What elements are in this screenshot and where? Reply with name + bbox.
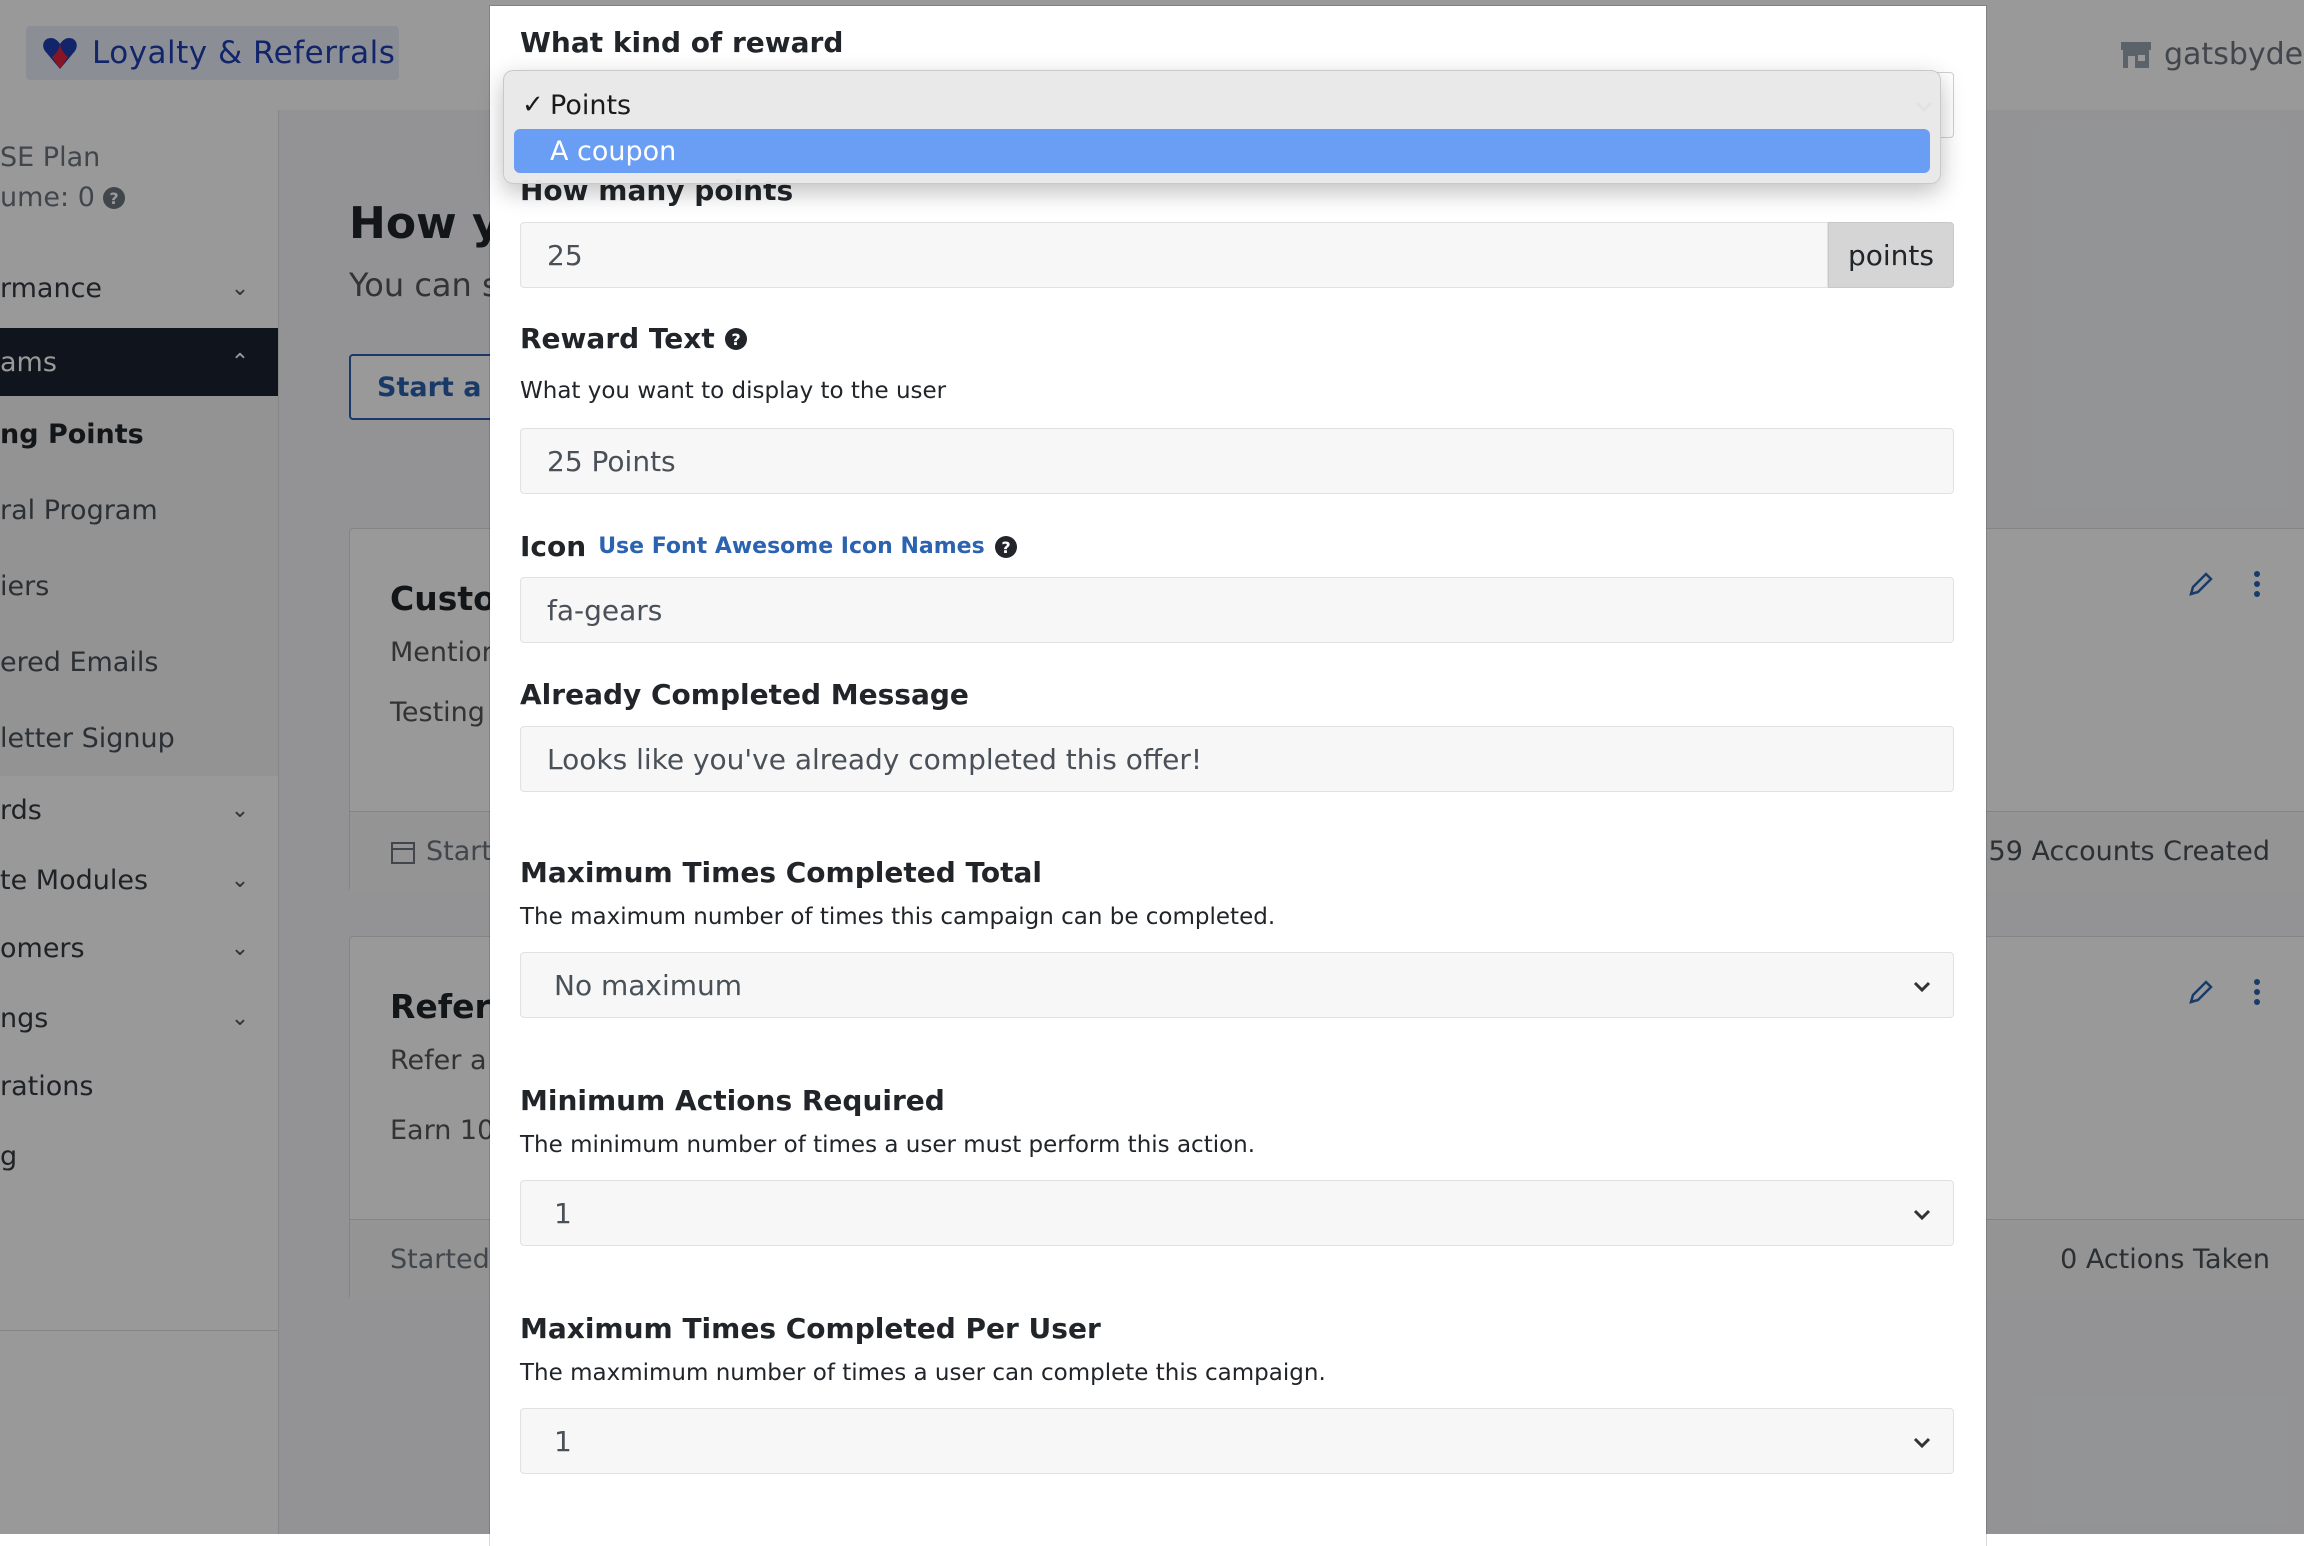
max-total-label: Maximum Times Completed Total xyxy=(520,856,1042,889)
chevron-down-icon xyxy=(1913,1209,1931,1221)
icon-label-text: Icon xyxy=(520,530,587,563)
points-addon: points xyxy=(1828,222,1954,288)
points-amount-input[interactable]: 25 xyxy=(520,222,1828,288)
reward-text-label-text: Reward Text xyxy=(520,322,715,355)
min-actions-value: 1 xyxy=(554,1196,572,1230)
min-actions-label: Minimum Actions Required xyxy=(520,1084,945,1117)
reward-text-help: What you want to display to the user xyxy=(520,378,947,404)
max-per-user-label: Maximum Times Completed Per User xyxy=(520,1312,1101,1345)
min-actions-select[interactable]: 1 xyxy=(520,1180,1954,1246)
checkmark-icon: ✓ xyxy=(522,90,544,120)
completed-message-label: Already Completed Message xyxy=(520,678,969,711)
max-total-select[interactable]: No maximum xyxy=(520,952,1954,1018)
dropdown-option-points[interactable]: ✓ Points xyxy=(514,83,1930,127)
icon-label: Icon Use Font Awesome Icon Names ? xyxy=(520,530,1019,563)
dropdown-option-label: A coupon xyxy=(550,135,677,167)
reward-kind-label: What kind of reward xyxy=(520,26,844,59)
icon-input[interactable]: fa-gears xyxy=(520,577,1954,643)
chevron-down-icon xyxy=(1913,1437,1931,1449)
max-total-help: The maximum number of times this campaig… xyxy=(520,904,1276,930)
svg-text:?: ? xyxy=(1001,538,1010,557)
reward-kind-dropdown: ✓ Points A coupon xyxy=(503,70,1941,184)
completed-message-input[interactable]: Looks like you've already completed this… xyxy=(520,726,1954,792)
reward-text-input[interactable]: 25 Points xyxy=(520,428,1954,494)
question-circle-icon[interactable]: ? xyxy=(723,326,749,352)
font-awesome-link[interactable]: Use Font Awesome Icon Names xyxy=(598,534,984,559)
max-per-user-help: The maxmimum number of times a user can … xyxy=(520,1360,1326,1386)
reward-text-label: Reward Text ? xyxy=(520,322,749,355)
question-circle-icon[interactable]: ? xyxy=(993,534,1019,560)
max-total-value: No maximum xyxy=(554,968,743,1002)
svg-text:?: ? xyxy=(731,330,740,349)
max-per-user-select[interactable]: 1 xyxy=(520,1408,1954,1474)
dropdown-option-coupon[interactable]: A coupon xyxy=(514,129,1930,173)
dropdown-option-label: Points xyxy=(550,89,632,121)
max-per-user-value: 1 xyxy=(554,1424,572,1458)
chevron-down-icon xyxy=(1913,981,1931,993)
campaign-edit-modal: What kind of reward How many points 25 p… xyxy=(490,6,1986,1546)
min-actions-help: The minimum number of times a user must … xyxy=(520,1132,1256,1158)
